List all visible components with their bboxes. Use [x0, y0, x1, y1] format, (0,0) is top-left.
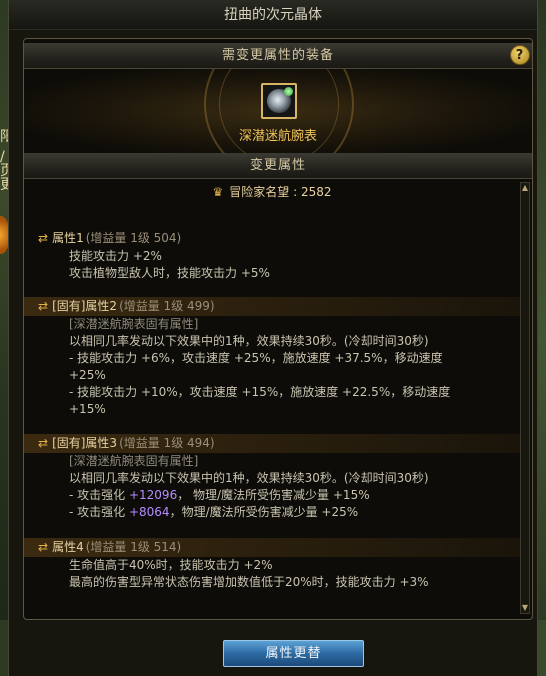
- equipment-name: 深潜迷航腕表: [238, 129, 317, 144]
- attribute-replace-button[interactable]: 属性更替: [223, 640, 364, 667]
- fame-separator: :: [289, 185, 301, 199]
- attribute-block-3[interactable]: ⇄ [固有]属性3 (增益量 1级 494) [深潜迷航腕表固有属性] 以相同几…: [24, 434, 520, 521]
- attribute-line-rich: - 攻击强化 +12096， 物理/魔法所受伤害减少量 +15%: [24, 487, 520, 504]
- attribute-source: [深潜迷航腕表固有属性]: [69, 454, 199, 468]
- attribute-line: 以相同几率发动以下效果中的1种，效果持续30秒。(冷却时间30秒): [69, 471, 429, 485]
- shuffle-icon: ⇄: [38, 540, 49, 554]
- attribute-source: [深潜迷航腕表固有属性]: [69, 317, 199, 331]
- attribute-line: - 技能攻击力 +6%，攻击速度 +25%，施放速度 +37.5%，移动速度: [69, 351, 443, 365]
- attribute-header: ⇄ 属性4 (增益量 1级 514): [24, 538, 520, 557]
- fame-value: 2582: [300, 185, 332, 199]
- shuffle-icon: ⇄: [38, 436, 49, 450]
- attribute-meta: (增益量 1级 494): [119, 436, 215, 450]
- gem-icon: [284, 87, 293, 96]
- attribute-line: - 技能攻击力 +10%，攻击速度 +15%，施放速度 +22.5%，移动速度: [69, 385, 451, 399]
- attribute-line-suffix: ，物理/魔法所受伤害减少量 +25%: [169, 505, 359, 519]
- attribute-change-panel: 需变更属性的装备 ? 深潜迷航腕表 变更属性 ♛ 冒险家名望 : 2582 ⇄: [23, 38, 533, 620]
- attribute-header: ⇄ [固有]属性2 (增益量 1级 499): [24, 297, 520, 316]
- scroll-down-icon[interactable]: ▼: [521, 603, 529, 613]
- attribute-header: ⇄ 属性1 (增益量 1级 504): [24, 229, 520, 248]
- attribute-title: 属性4: [52, 540, 84, 554]
- attribute-line: 攻击植物型敌人时，技能攻击力 +5%: [69, 266, 270, 280]
- window-title[interactable]: 扭曲的次元晶体: [9, 0, 537, 30]
- fame-crown-icon: ♛: [212, 185, 224, 199]
- attribute-title: 属性1: [52, 231, 84, 245]
- attribute-line-suffix: ， 物理/魔法所受伤害减少量 +15%: [177, 488, 370, 502]
- attribute-meta: (增益量 1级 504): [85, 231, 182, 245]
- shuffle-icon: ⇄: [38, 299, 49, 313]
- attribute-list: ♛ 冒险家名望 : 2582 ⇄ 属性1 (增益量 1级 504) 技能攻击力 +…: [24, 180, 520, 616]
- attribute-meta: (增益量 1级 514): [85, 540, 182, 554]
- shuffle-icon: ⇄: [38, 231, 49, 245]
- attribute-header: ⇄ [固有]属性3 (增益量 1级 494): [24, 434, 520, 453]
- fame-label: 冒险家名望: [229, 185, 290, 199]
- attribute-line-rich: - 攻击强化 +8064，物理/魔法所受伤害减少量 +25%: [24, 504, 520, 521]
- equipment-section-header: 需变更属性的装备 ?: [24, 43, 532, 69]
- attribute-title: [固有]属性3: [52, 436, 118, 450]
- equipment-display: 深潜迷航腕表: [24, 69, 532, 153]
- attribute-meta: (增益量 1级 499): [119, 299, 215, 313]
- attack-boost-value: +8064: [128, 505, 170, 519]
- help-button[interactable]: ?: [510, 45, 530, 65]
- attribute-line: +15%: [69, 402, 106, 416]
- attribute-line: +25%: [69, 368, 106, 382]
- change-attribute-title: 变更属性: [249, 158, 306, 173]
- attribute-line: 技能攻击力 +2%: [69, 249, 162, 263]
- dimension-crystal-window: 扭曲的次元晶体 需变更属性的装备 ? 深潜迷航腕表 变更属性 ♛ 冒险家名望 : …: [8, 0, 538, 676]
- attribute-line: 以相同几率发动以下效果中的1种，效果持续30秒。(冷却时间30秒): [69, 334, 429, 348]
- attribute-line: 生命值高于40%时，技能攻击力 +2%: [69, 558, 273, 572]
- attribute-block-1[interactable]: ⇄ 属性1 (增益量 1级 504) 技能攻击力 +2% 攻击植物型敌人时，技能…: [24, 229, 520, 282]
- attribute-block-4[interactable]: ⇄ 属性4 (增益量 1级 514) 生命值高于40%时，技能攻击力 +2% 最…: [24, 538, 520, 591]
- attribute-line-prefix: - 攻击强化: [69, 488, 129, 502]
- attack-boost-value: +12096: [128, 488, 178, 502]
- background-edge-text: /: [0, 149, 5, 165]
- attribute-line-prefix: - 攻击强化: [69, 505, 129, 519]
- equipment-section-title: 需变更属性的装备: [221, 48, 334, 63]
- attribute-line: 最高的伤害型异常状态伤害增加数值低于20%时，技能攻击力 +3%: [69, 575, 429, 589]
- attribute-block-2[interactable]: ⇄ [固有]属性2 (增益量 1级 499) [深潜迷航腕表固有属性] 以相同几…: [24, 297, 520, 418]
- equipment-slot[interactable]: [261, 83, 297, 119]
- change-attribute-section-header: 变更属性: [24, 153, 532, 179]
- attribute-title: [固有]属性2: [52, 299, 118, 313]
- attribute-scrollbar[interactable]: ▲ ▼: [520, 182, 530, 614]
- scroll-up-icon[interactable]: ▲: [521, 183, 529, 193]
- adventurer-fame: ♛ 冒险家名望 : 2582: [24, 184, 520, 201]
